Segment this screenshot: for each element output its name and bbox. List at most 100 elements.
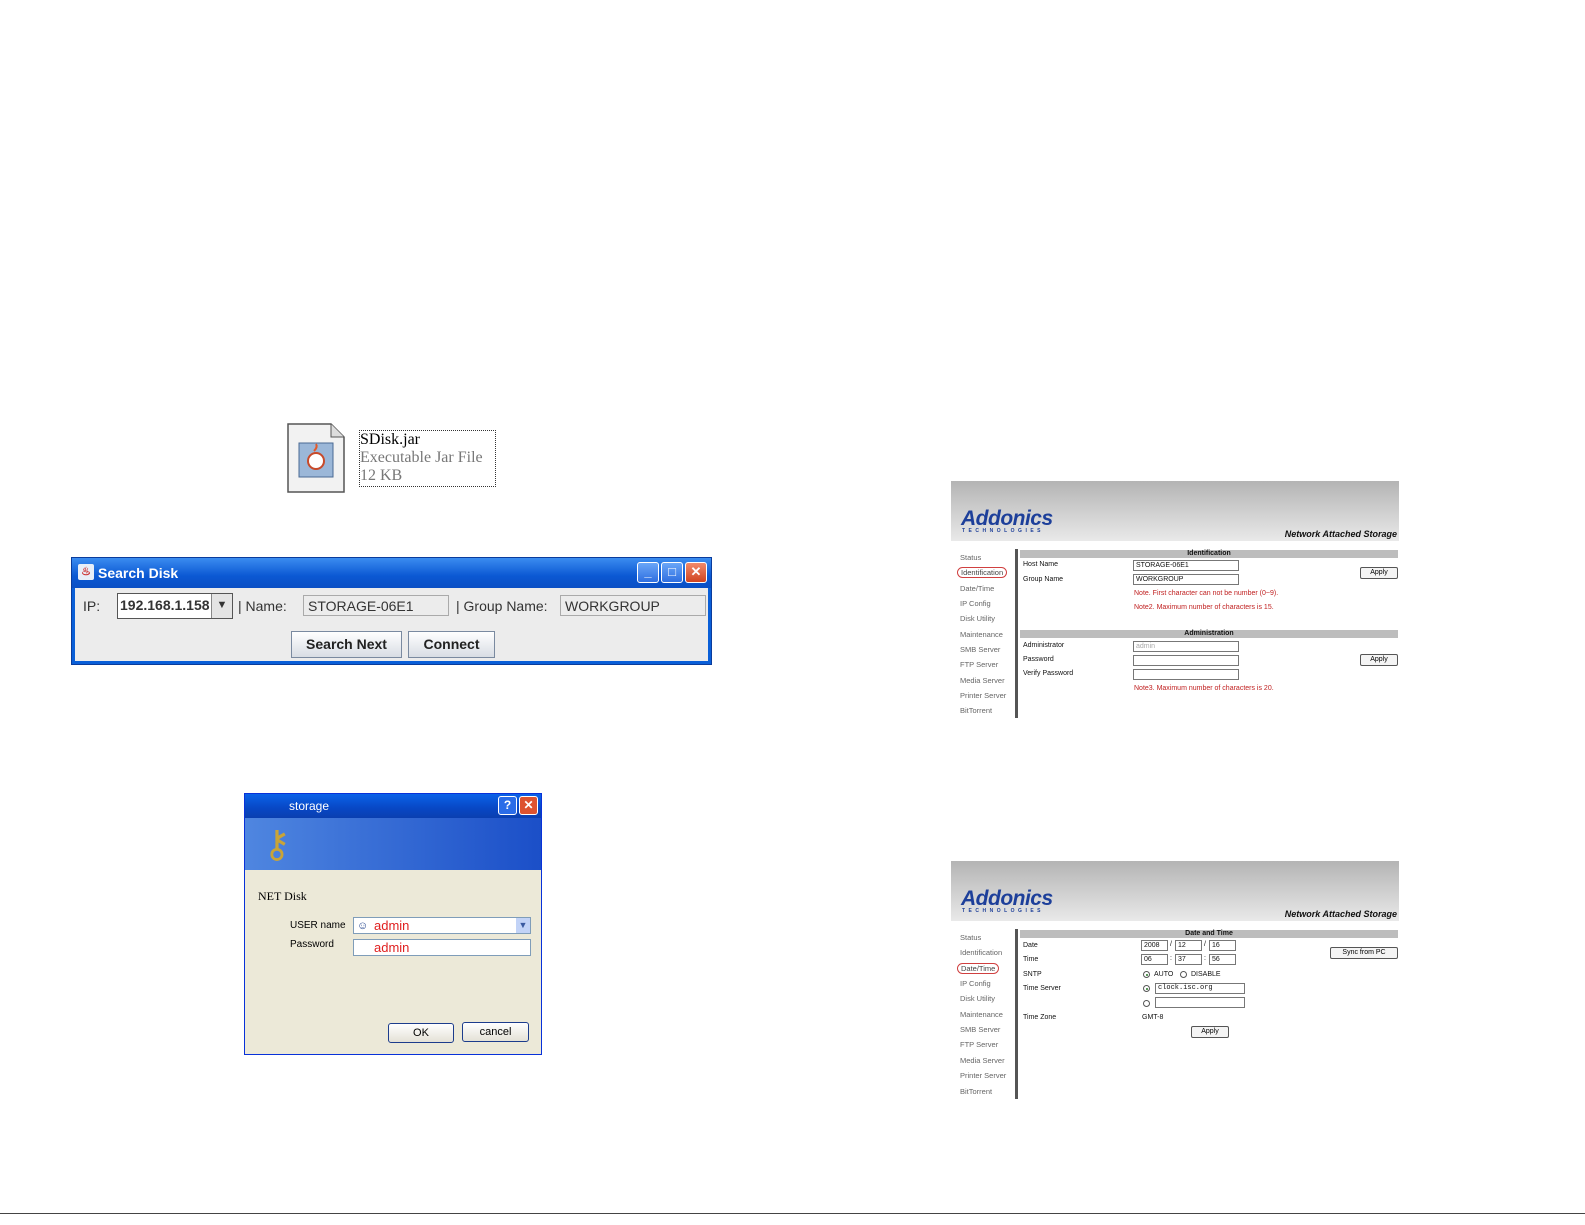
nav-status[interactable]: Status — [960, 933, 981, 942]
sntp-auto-radio[interactable] — [1143, 971, 1150, 978]
close-icon[interactable]: ✕ — [685, 562, 707, 583]
user-icon: ☺ — [357, 920, 369, 932]
nav-disk-utility[interactable]: Disk Utility — [960, 994, 995, 1003]
nav-status[interactable]: Status — [960, 553, 981, 562]
login-title: storage — [289, 799, 330, 813]
ip-combo[interactable]: 192.168.1.158 ▼ — [117, 593, 233, 619]
keys-icon: ⚷ — [263, 824, 291, 866]
group-name-input[interactable]: WORKGROUP — [1133, 574, 1239, 585]
help-icon[interactable]: ? — [498, 796, 517, 815]
nav-smb-server[interactable]: SMB Server — [960, 645, 1000, 654]
java-icon: ♨ — [78, 564, 94, 580]
sync-from-pc-button[interactable]: Sync from PC — [1330, 947, 1398, 959]
apply-button[interactable]: Apply — [1191, 1026, 1229, 1038]
apply-button[interactable]: Apply — [1360, 567, 1398, 579]
nav-divider — [1015, 549, 1018, 718]
chevron-down-icon[interactable]: ▼ — [211, 594, 232, 618]
nav-maintenance[interactable]: Maintenance — [960, 630, 1003, 639]
identification-panel: Addonics TECHNOLOGIES Network Attached S… — [951, 481, 1399, 719]
user-name-combo[interactable]: ☺ admin ▼ — [353, 917, 531, 934]
login-titlebar[interactable]: storage ? ✕ — [245, 794, 541, 818]
nav-printer-server[interactable]: Printer Server — [960, 691, 1006, 700]
time-zone-value: GMT-8 — [1142, 1014, 1164, 1021]
nav-disk-utility[interactable]: Disk Utility — [960, 614, 995, 623]
connect-button[interactable]: Connect — [408, 631, 495, 658]
datetime-panel: Addonics TECHNOLOGIES Network Attached S… — [951, 861, 1399, 1101]
group-name-label: Group Name — [1023, 576, 1064, 583]
time-minute-input[interactable]: 37 — [1175, 954, 1202, 965]
apply-admin-button[interactable]: Apply — [1360, 654, 1398, 666]
nav-media-server[interactable]: Media Server — [960, 1056, 1005, 1065]
ip-value: 192.168.1.158 — [120, 597, 210, 613]
addonics-logo-sub: TECHNOLOGIES — [962, 908, 1045, 914]
minimize-icon[interactable]: _ — [637, 562, 659, 583]
nav-ftp-server[interactable]: FTP Server — [960, 1040, 998, 1049]
time-label: Time — [1023, 956, 1039, 963]
nav-smb-server[interactable]: SMB Server — [960, 1025, 1000, 1034]
name-field[interactable]: STORAGE-06E1 — [303, 595, 449, 616]
login-banner: ⚷ — [245, 818, 541, 870]
time-server-custom-input[interactable] — [1155, 997, 1245, 1008]
group-name-field[interactable]: WORKGROUP — [560, 595, 706, 616]
chevron-down-icon[interactable]: ▼ — [516, 918, 530, 933]
time-server-value: clock.isc.org — [1158, 984, 1213, 992]
addonics-header: Addonics TECHNOLOGIES Network Attached S… — [951, 861, 1399, 921]
login-dialog: storage ? ✕ ⚷ NET Disk USER name ☺ admin… — [244, 793, 542, 1055]
nav-datetime[interactable]: Date/Time — [960, 584, 994, 593]
note-1: Note. First character can not be number … — [1134, 590, 1279, 597]
date-year-input[interactable]: 2008 — [1141, 940, 1168, 951]
password-input[interactable] — [1133, 655, 1239, 666]
nav-printer-server[interactable]: Printer Server — [960, 1071, 1006, 1080]
nav-bittorrent[interactable]: BitTorrent — [960, 1087, 992, 1096]
verify-password-input[interactable] — [1133, 669, 1239, 680]
date-label: Date — [1023, 942, 1038, 949]
time-second-input[interactable]: 56 — [1209, 954, 1236, 965]
time-server-custom-radio[interactable] — [1143, 1000, 1150, 1007]
group-name-label: | Group Name: — [456, 598, 548, 614]
nav-bittorrent[interactable]: BitTorrent — [960, 706, 992, 715]
host-name-input[interactable]: STORAGE-06E1 — [1133, 560, 1239, 571]
date-separator-1: / — [1170, 941, 1172, 948]
nav-datetime[interactable]: Date/Time — [957, 963, 1000, 974]
password-field[interactable]: admin — [353, 939, 531, 956]
sntp-disable-radio[interactable] — [1180, 971, 1187, 978]
nav-maintenance[interactable]: Maintenance — [960, 1010, 1003, 1019]
ip-label: IP: — [83, 598, 101, 614]
jar-file-label[interactable]: SDisk.jar Executable Jar File 12 KB — [359, 430, 496, 487]
name-label: | Name: — [238, 598, 287, 614]
nav-media-server[interactable]: Media Server — [960, 676, 1005, 685]
nav-divider — [1015, 929, 1018, 1099]
time-separator-2: : — [1204, 955, 1206, 962]
nav-ftp-server[interactable]: FTP Server — [960, 660, 998, 669]
administrator-label: Administrator — [1023, 642, 1065, 649]
date-month-input[interactable]: 12 — [1175, 940, 1202, 951]
ok-button[interactable]: OK — [388, 1023, 454, 1043]
time-server-list-radio[interactable] — [1143, 985, 1150, 992]
section-administration: Administration — [1020, 630, 1398, 638]
addonics-logo-sub: TECHNOLOGIES — [962, 528, 1045, 534]
note-2: Note2. Maximum number of characters is 1… — [1134, 604, 1274, 611]
time-server-label: Time Server — [1023, 985, 1061, 992]
tagline: Network Attached Storage — [1284, 529, 1397, 539]
nav-ip-config[interactable]: IP Config — [960, 979, 991, 988]
search-next-button[interactable]: Search Next — [291, 631, 402, 658]
nav-ip-config[interactable]: IP Config — [960, 599, 991, 608]
note-3: Note3. Maximum number of characters is 2… — [1134, 685, 1274, 692]
section-identification: Identification — [1020, 550, 1398, 558]
date-day-input[interactable]: 16 — [1209, 940, 1236, 951]
jar-file-name: SDisk.jar — [360, 431, 420, 448]
time-hour-input[interactable]: 06 — [1141, 954, 1168, 965]
password-label: Password — [290, 939, 334, 950]
jar-file-icon[interactable] — [287, 423, 345, 493]
maximize-icon[interactable]: □ — [661, 562, 683, 583]
nav-identification[interactable]: Identification — [957, 567, 1008, 578]
cancel-button[interactable]: cancel — [462, 1022, 529, 1042]
search-disk-titlebar[interactable]: ♨ Search Disk _ □ ✕ — [72, 558, 711, 588]
close-icon[interactable]: ✕ — [519, 796, 538, 815]
password-label: Password — [1023, 656, 1054, 663]
time-server-select[interactable]: clock.isc.org — [1155, 983, 1245, 994]
nav-identification[interactable]: Identification — [960, 948, 1002, 957]
user-name-value: admin — [374, 918, 410, 933]
search-disk-title: Search Disk — [98, 565, 179, 581]
login-prompt: NET Disk — [258, 889, 307, 903]
